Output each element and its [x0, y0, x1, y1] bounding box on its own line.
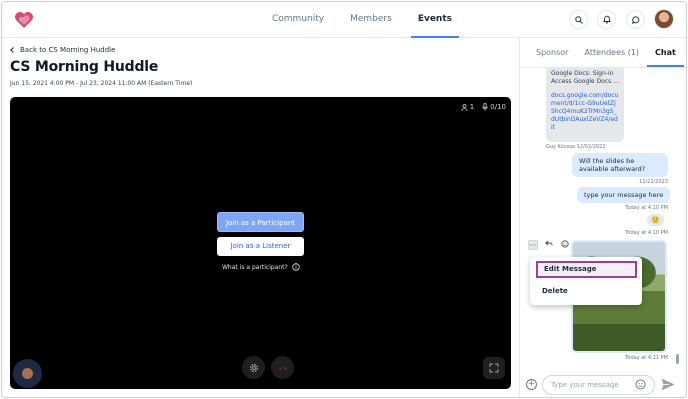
- nav-events[interactable]: Events: [410, 2, 459, 38]
- reply-icon: [545, 240, 553, 246]
- fullscreen-button[interactable]: [483, 357, 505, 379]
- nav-members[interactable]: Members: [343, 2, 399, 38]
- what-is-participant-label: What is a participant?: [222, 263, 288, 271]
- search-button[interactable]: [569, 10, 588, 29]
- brand-logo-icon[interactable]: [14, 11, 34, 29]
- emoji-picker-icon[interactable]: [635, 379, 646, 390]
- message-time: Today at 4:11 PM: [625, 355, 668, 361]
- user-avatar[interactable]: [654, 9, 674, 29]
- tab-attendees[interactable]: Attendees (1): [576, 38, 647, 67]
- edit-message-menu-item[interactable]: Edit Message: [536, 261, 637, 278]
- sent-message-bubble: Will the slides be available afterward?: [572, 153, 668, 177]
- react-button[interactable]: [560, 240, 570, 250]
- floating-action-button[interactable]: [13, 359, 42, 388]
- participants-count: 1: [461, 103, 474, 111]
- info-icon: [292, 263, 300, 271]
- notifications-button[interactable]: [597, 10, 616, 29]
- message-tools: ⋯: [528, 240, 570, 250]
- event-dates: Jun 15, 2021 4:00 PM - Jul 23, 2024 11:0…: [10, 80, 193, 87]
- tab-sponsor[interactable]: Sponsor: [528, 38, 576, 67]
- settings-button[interactable]: [242, 356, 265, 379]
- hang-up-button[interactable]: [271, 356, 294, 379]
- message-context-menu: Edit Message Delete: [530, 257, 642, 305]
- top-nav: Community Members Events: [2, 2, 686, 38]
- app-window: Community Members Events Back to CS Morn…: [1, 1, 687, 398]
- event-title: CS Morning Huddle: [10, 59, 159, 75]
- join-as-participant-button[interactable]: Join as a Participant: [217, 212, 304, 232]
- delete-message-menu-item[interactable]: Delete: [542, 287, 568, 295]
- record-dot-icon: [22, 368, 33, 379]
- main-nav: Community Members Events: [265, 2, 471, 38]
- mic-count: 0/10: [482, 103, 506, 111]
- send-icon[interactable]: [661, 378, 675, 391]
- tab-chat[interactable]: Chat: [647, 38, 684, 67]
- message-time: Today at 4:10 PM: [625, 205, 668, 211]
- back-link[interactable]: Back to CS Morning Huddle: [10, 46, 115, 54]
- add-attachment-button[interactable]: +: [526, 379, 537, 390]
- microphone-icon: [482, 103, 488, 111]
- expand-icon: [489, 363, 499, 373]
- message-text: Google Docs: Sign-in Access Google Docs …: [551, 70, 619, 85]
- message-link[interactable]: docs.google.com/document/d/1cc-G9uUetZjS…: [551, 92, 619, 132]
- message-time: Today at 4:10 PM: [625, 230, 668, 236]
- bell-icon: [602, 15, 611, 24]
- chat-composer: +: [520, 368, 686, 397]
- message-author: Guy Koussa: [546, 144, 576, 150]
- message-date: 12/02/2022: [576, 144, 606, 150]
- search-icon: [574, 15, 583, 24]
- gear-icon: [249, 363, 258, 372]
- stage-counts: 1 0/10: [461, 103, 506, 111]
- chat-messages: Google Docs: Sign-in Access Google Docs …: [520, 68, 686, 368]
- participants-count-value: 1: [469, 103, 475, 111]
- event-stage: 1 0/10 Join as a Participant Join as a L…: [10, 97, 511, 389]
- phone-hangup-icon: [278, 366, 287, 370]
- received-message-bubble: Google Docs: Sign-in Access Google Docs …: [546, 68, 624, 142]
- message-meta: Guy Koussa 12/02/2022: [546, 144, 606, 150]
- back-link-label: Back to CS Morning Huddle: [20, 46, 116, 54]
- chat-bubble-icon: [631, 15, 639, 24]
- nav-community[interactable]: Community: [265, 2, 331, 38]
- message-time: 11/22/2023: [639, 179, 668, 185]
- join-as-listener-button[interactable]: Join as a Listener: [217, 237, 304, 256]
- messages-button[interactable]: [626, 10, 645, 29]
- sent-message-bubble: type your message here: [577, 187, 671, 203]
- chat-scrollbar[interactable]: [676, 354, 679, 364]
- person-icon: [461, 103, 468, 111]
- what-is-participant-link[interactable]: What is a participant?: [222, 263, 300, 271]
- chevron-left-icon: [10, 47, 14, 53]
- reply-button[interactable]: [544, 240, 554, 250]
- sidebar-tabs: Sponsor Attendees (1) Chat: [520, 38, 686, 68]
- smiley-icon: [561, 240, 569, 248]
- more-options-button[interactable]: ⋯: [528, 240, 538, 250]
- sent-emoji-bubble: 🙂: [647, 214, 664, 226]
- mic-count-value: 0/10: [490, 103, 506, 111]
